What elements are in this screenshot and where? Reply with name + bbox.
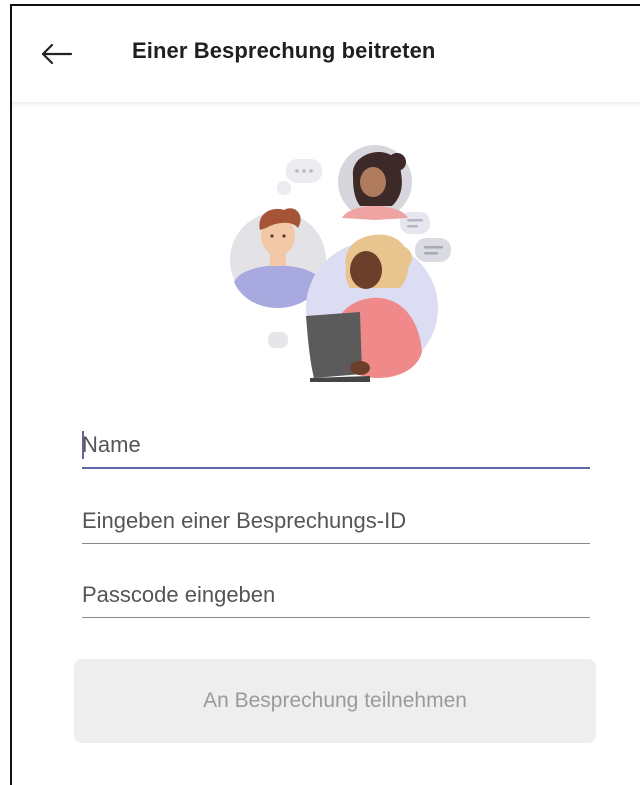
small-bubble-icon: [268, 332, 288, 348]
chat-bubble-icon: [277, 159, 322, 195]
person-avatar-top: [338, 145, 412, 220]
app-screen: Einer Besprechung beitreten Name Eingebe…: [10, 4, 640, 785]
meeting-id-input[interactable]: [82, 500, 590, 544]
back-button[interactable]: [34, 32, 78, 76]
arrow-left-icon: [41, 43, 73, 65]
passcode-input[interactable]: [82, 574, 590, 618]
page-title: Einer Besprechung beitreten: [132, 38, 436, 63]
people-meeting-illustration: [230, 145, 451, 382]
name-input[interactable]: [82, 425, 590, 469]
header-bar: Einer Besprechung beitreten: [12, 6, 640, 103]
join-meeting-button[interactable]: An Besprechung teilnehmen: [74, 659, 596, 743]
